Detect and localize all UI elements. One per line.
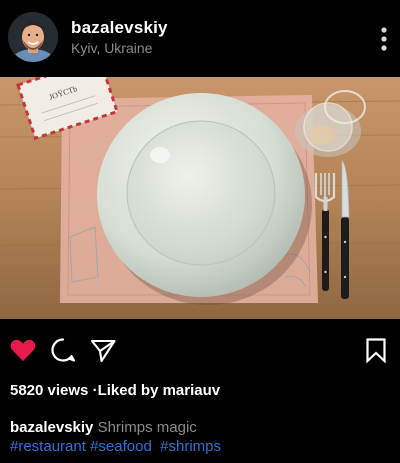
send-icon[interactable] bbox=[89, 336, 117, 364]
liked-by[interactable]: Liked by mariauv bbox=[98, 382, 221, 399]
caption-username[interactable]: bazalevskiy bbox=[10, 419, 93, 436]
avatar[interactable] bbox=[8, 12, 58, 62]
post-photo[interactable]: JOŸCTb bbox=[0, 77, 400, 319]
comment-icon[interactable] bbox=[49, 336, 77, 364]
heart-icon[interactable] bbox=[9, 336, 37, 364]
table-setting-image: JOŸCTb bbox=[0, 77, 400, 319]
action-bar bbox=[0, 322, 400, 378]
post-card: bazalevskiy Kyiv, Ukraine JOŸCTb 5820 vi… bbox=[0, 0, 400, 463]
post-caption: bazalevskiy Shrimps magic #restaurant #s… bbox=[10, 418, 395, 456]
more-vertical-icon[interactable] bbox=[380, 26, 388, 52]
user-avatar-image bbox=[8, 12, 58, 62]
bookmark-icon[interactable] bbox=[362, 336, 390, 364]
caption-text: Shrimps magic bbox=[97, 419, 197, 436]
post-header: bazalevskiy Kyiv, Ukraine bbox=[0, 0, 400, 76]
post-stats: 5820 views ·Liked by mariauv bbox=[10, 382, 220, 399]
post-username[interactable]: bazalevskiy bbox=[71, 18, 168, 38]
user-info: bazalevskiy Kyiv, Ukraine bbox=[71, 18, 168, 57]
hashtag-restaurant[interactable]: #restaurant bbox=[10, 438, 86, 455]
post-location[interactable]: Kyiv, Ukraine bbox=[71, 39, 168, 57]
views-count[interactable]: 5820 views bbox=[10, 382, 88, 399]
hashtag-seafood[interactable]: #seafood bbox=[90, 438, 152, 455]
hashtag-shrimps[interactable]: #shrimps bbox=[160, 438, 221, 455]
caption-hashtags: #restaurant #seafood #shrimps bbox=[10, 437, 395, 456]
